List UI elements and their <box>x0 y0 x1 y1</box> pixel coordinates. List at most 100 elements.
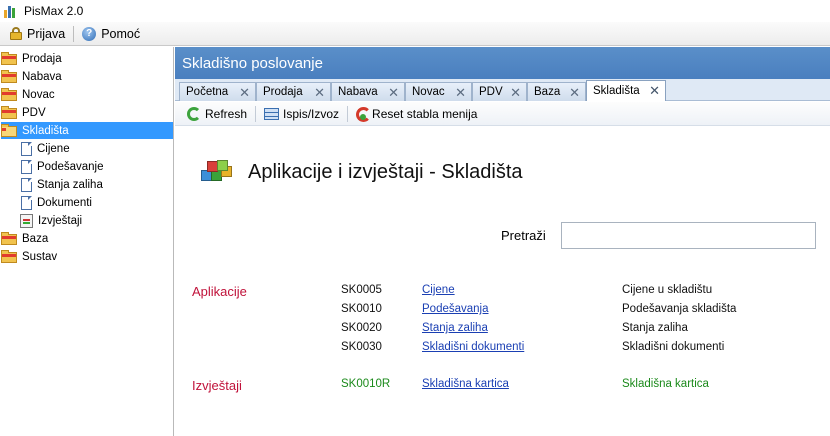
sidebar-item-baza[interactable]: Baza <box>1 230 50 247</box>
window-title: PisMax 2.0 <box>24 4 84 18</box>
sidebar-item-label: Nabava <box>22 70 62 83</box>
app-code: SK0020 <box>341 322 382 334</box>
menu-bar: Prijava ? Pomoć <box>0 22 830 46</box>
toolbar: Refresh Ispis/Izvoz Reset stabla menija <box>175 102 830 126</box>
close-icon[interactable]: ✕ <box>455 85 466 101</box>
toolbar-separator <box>255 105 257 122</box>
tab-label: Početna <box>186 86 229 98</box>
tab-prodaja[interactable]: Prodaja ✕ <box>256 82 331 101</box>
tab-skladista[interactable]: Skladišta ✕ <box>586 80 666 101</box>
menu-prijava[interactable]: Prijava <box>4 24 71 44</box>
document-icon <box>21 195 32 210</box>
folder-icon <box>1 88 17 101</box>
folder-icon <box>1 106 17 119</box>
refresh-label: Refresh <box>205 106 248 121</box>
close-icon[interactable]: ✕ <box>388 85 399 101</box>
report-description: Skladišna kartica <box>622 378 709 390</box>
reset-menu-tree-label: Reset stabla menija <box>372 106 478 121</box>
reset-icon <box>356 106 372 122</box>
sidebar-item-cijene[interactable]: Cijene <box>19 140 72 157</box>
reset-menu-tree-button[interactable]: Reset stabla menija <box>352 104 481 124</box>
tab-baza[interactable]: Baza ✕ <box>527 82 586 101</box>
search-input[interactable] <box>561 222 816 249</box>
search-label: Pretraži <box>501 228 546 243</box>
sidebar-item-dokumenti[interactable]: Dokumenti <box>19 194 94 211</box>
sidebar-item-label: Izvještaji <box>38 214 83 227</box>
menu-pomoc-label: Pomoć <box>101 26 141 41</box>
section-header: Skladišno poslovanje <box>175 47 830 79</box>
sidebar-item-novac[interactable]: Novac <box>1 86 57 103</box>
tab-pocetna[interactable]: Početna ✕ <box>179 82 256 101</box>
sidebar-item-label: Stanja zaliha <box>37 178 103 191</box>
sidebar-item-label: Prodaja <box>22 52 62 65</box>
sidebar-item-prodaja[interactable]: Prodaja <box>1 50 64 67</box>
sidebar-item-label: Sustav <box>22 250 58 263</box>
document-icon <box>21 141 32 156</box>
report-icon <box>20 213 33 228</box>
close-icon[interactable]: ✕ <box>314 85 325 101</box>
print-export-button[interactable]: Ispis/Izvoz <box>260 104 343 124</box>
close-icon[interactable]: ✕ <box>569 85 580 101</box>
table-icon <box>264 107 280 120</box>
tab-label: Skladišta <box>593 85 640 97</box>
sidebar-item-stanja-zaliha[interactable]: Stanja zaliha <box>19 176 105 193</box>
close-icon[interactable]: ✕ <box>649 83 660 99</box>
sidebar-item-sustav[interactable]: Sustav <box>1 248 59 265</box>
app-link-podesavanja[interactable]: Podešavanja <box>422 303 489 315</box>
tab-label: Nabava <box>338 86 378 98</box>
app-description: Skladišni dokumenti <box>622 341 725 353</box>
menu-prijava-label: Prijava <box>27 26 66 41</box>
toolbar-separator <box>347 105 349 122</box>
app-code: SK0005 <box>341 284 382 296</box>
app-description: Cijene u skladištu <box>622 284 713 296</box>
sidebar-item-pdv[interactable]: PDV <box>1 104 48 121</box>
document-icon <box>21 159 32 174</box>
tab-pdv[interactable]: PDV ✕ <box>472 82 527 101</box>
reports-section-label: Izvještaji <box>192 378 242 393</box>
folder-icon <box>1 70 17 83</box>
sidebar-item-label: Skladišta <box>20 124 71 137</box>
folder-icon <box>1 250 17 263</box>
app-link-stanja-zaliha[interactable]: Stanja zaliha <box>422 322 488 334</box>
menu-pomoc[interactable]: ? Pomoć <box>76 24 146 44</box>
section-header-title: Skladišno poslovanje <box>182 54 323 72</box>
tab-nabava[interactable]: Nabava ✕ <box>331 82 405 101</box>
app-link-cijene[interactable]: Cijene <box>422 284 455 296</box>
menu-separator <box>73 25 75 42</box>
app-link-skladisni-dokumenti[interactable]: Skladišni dokumenti <box>422 341 524 353</box>
tab-label: PDV <box>479 86 503 98</box>
sidebar-item-nabava[interactable]: Nabava <box>1 68 64 85</box>
sidebar-item-label: Novac <box>22 88 55 101</box>
sidebar-tree: Prodaja Nabava Novac PDV Skladišta Cijen… <box>0 47 174 436</box>
app-description: Stanja zaliha <box>622 322 688 334</box>
tab-strip: Početna ✕ Prodaja ✕ Nabava ✕ Novac ✕ PDV… <box>175 79 830 101</box>
tab-novac[interactable]: Novac ✕ <box>405 82 472 101</box>
close-icon[interactable]: ✕ <box>239 85 250 101</box>
sidebar-item-label: Baza <box>22 232 49 245</box>
sidebar-item-podesavanje[interactable]: Podešavanje <box>19 158 106 175</box>
report-link-skladisna-kartica[interactable]: Skladišna kartica <box>422 378 509 390</box>
page-title: Aplikacije i izvještaji - Skladišta <box>248 161 523 183</box>
close-icon[interactable]: ✕ <box>510 85 521 101</box>
sidebar-item-label: Cijene <box>37 142 70 155</box>
document-icon <box>21 177 32 192</box>
refresh-icon <box>187 106 201 121</box>
lock-icon <box>10 27 22 40</box>
folder-icon <box>1 52 17 65</box>
sidebar-item-izvjestaji[interactable]: Izvještaji <box>19 212 84 229</box>
report-code: SK0010R <box>341 378 391 390</box>
content-area: Aplikacije i izvještaji - Skladišta Pret… <box>175 127 830 436</box>
folder-open-icon <box>1 124 17 137</box>
sidebar-item-label: Dokumenti <box>37 196 92 209</box>
cubes-icon <box>201 160 233 184</box>
sidebar-item-skladista[interactable]: Skladišta <box>1 122 173 139</box>
print-export-label: Ispis/Izvoz <box>283 106 340 121</box>
refresh-button[interactable]: Refresh <box>183 104 251 124</box>
folder-icon <box>1 232 17 245</box>
applications-section-label: Aplikacije <box>192 284 247 299</box>
app-code: SK0030 <box>341 341 382 353</box>
app-logo-icon <box>4 4 18 18</box>
tab-label: Baza <box>534 86 561 98</box>
tab-label: Novac <box>412 86 445 98</box>
sidebar-item-label: PDV <box>22 106 46 119</box>
